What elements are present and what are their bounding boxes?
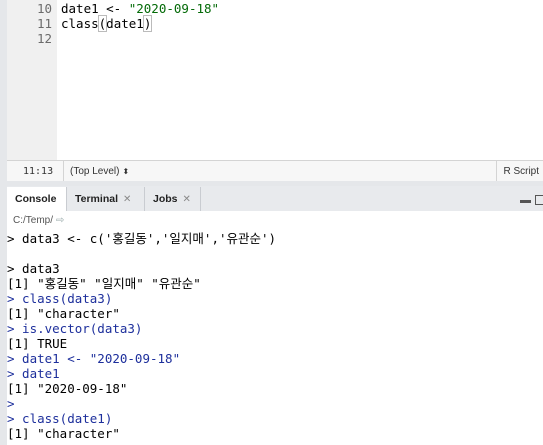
console-input-line: > data3 <- c('홍길동','일지매','유관순'): [7, 231, 277, 246]
line-number: 11: [36, 16, 52, 31]
close-icon[interactable]: ✕: [183, 194, 191, 205]
code-token: class: [61, 16, 99, 31]
tab-label: Console: [15, 193, 57, 205]
file-type-selector[interactable]: R Script: [503, 166, 539, 177]
console-output[interactable]: C:/Temp/⇨ > data3 <- c('홍길동','일지매','유관순'…: [7, 211, 543, 445]
editor-status-bar: 11:13 (Top Level) ⬍ R Script: [7, 160, 543, 181]
maximize-icon[interactable]: [535, 195, 543, 205]
tab-terminal[interactable]: Terminal ✕: [67, 187, 145, 211]
updown-arrow-icon: ⬍: [122, 167, 130, 176]
working-directory-label: C:/Temp/: [13, 215, 54, 226]
code-token: date1 <-: [61, 1, 129, 16]
console-input-line: > data3: [7, 261, 60, 276]
text-cursor: [151, 17, 153, 31]
source-editor[interactable]: 10 11 12 date1 <- "2020-09-18" class(date1): [7, 0, 543, 160]
console-input-line: > date1 <- "2020-09-18": [7, 351, 181, 366]
tab-console[interactable]: Console: [7, 187, 67, 212]
tab-label: Jobs: [153, 193, 178, 205]
tab-label: Terminal: [75, 193, 118, 205]
status-divider: [496, 161, 497, 181]
code-token: date1: [106, 16, 144, 31]
code-line[interactable]: class(date1): [61, 15, 153, 32]
console-tab-bar: Console Terminal ✕ Jobs ✕: [7, 186, 543, 212]
code-token: "2020-09-18": [128, 1, 220, 16]
line-number: 12: [36, 31, 52, 46]
scope-selector[interactable]: (Top Level) ⬍: [70, 166, 129, 177]
console-input-line: > date1: [7, 366, 60, 381]
code-token: ): [142, 15, 153, 32]
scope-label: (Top Level): [70, 166, 120, 177]
goto-directory-icon[interactable]: ⇨: [56, 215, 64, 226]
console-input-line: > is.vector(data3): [7, 321, 143, 336]
close-icon[interactable]: ✕: [123, 194, 131, 205]
cursor-position: 11:13: [23, 166, 54, 177]
console-output-line: [1] "character": [7, 426, 120, 441]
console-output-line: [1] "character": [7, 306, 120, 321]
console-output-line: [1] TRUE: [7, 336, 68, 351]
code-line[interactable]: date1 <- "2020-09-18": [61, 1, 219, 16]
minimize-icon[interactable]: [520, 200, 531, 203]
working-directory[interactable]: C:/Temp/⇨: [13, 215, 64, 226]
line-number-gutter: 10 11 12: [7, 0, 57, 160]
console-input-line: > class(date1): [7, 411, 113, 426]
tab-jobs[interactable]: Jobs ✕: [145, 187, 201, 211]
line-number: 10: [36, 1, 52, 16]
console-output-line: [1] "2020-09-18": [7, 381, 128, 396]
console-input-line: >: [7, 396, 15, 411]
console-input-line: > class(data3): [7, 291, 113, 306]
status-divider: [63, 161, 64, 181]
console-output-line: [1] "홍길동" "일지매" "유관순": [7, 276, 201, 291]
